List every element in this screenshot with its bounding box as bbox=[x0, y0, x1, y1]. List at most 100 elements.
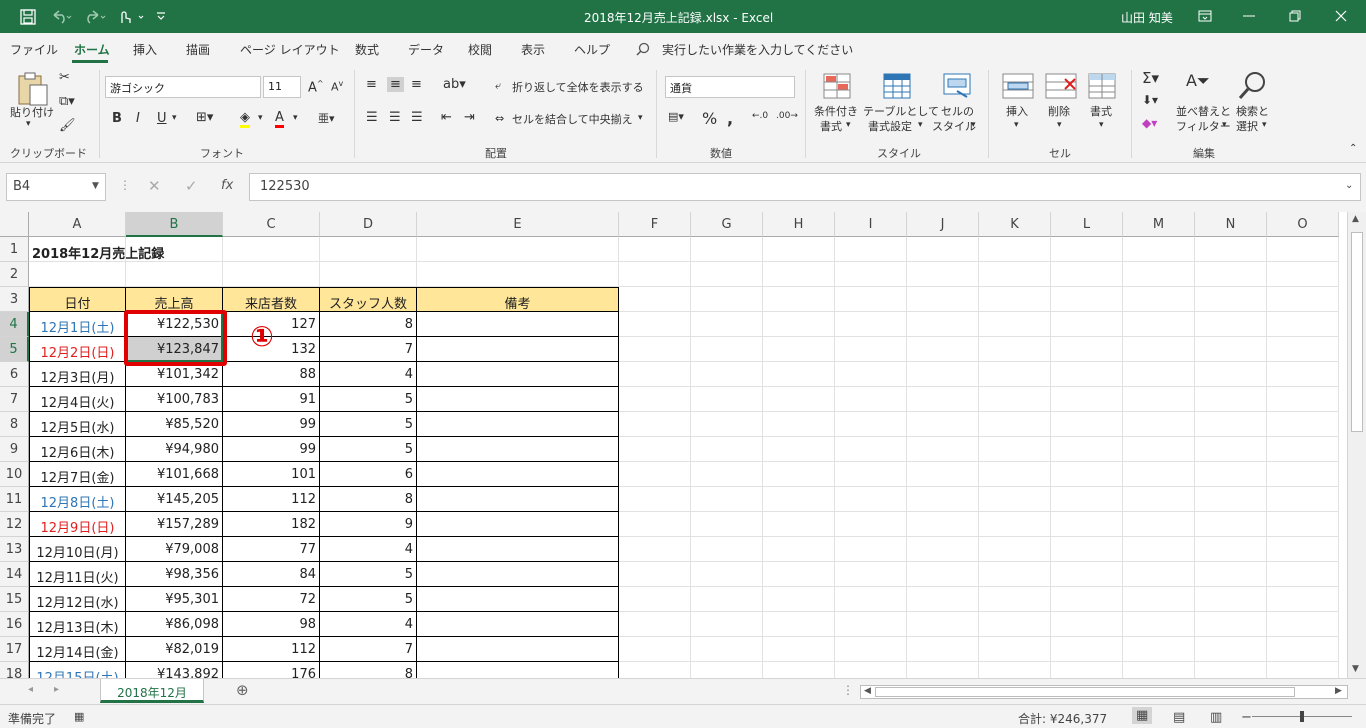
grid-cell[interactable] bbox=[1123, 412, 1195, 437]
grid-cell[interactable] bbox=[1051, 487, 1123, 512]
grid-cell[interactable] bbox=[1051, 562, 1123, 587]
grid-cell[interactable] bbox=[835, 237, 907, 262]
sales-cell[interactable]: ¥94,980 bbox=[126, 437, 223, 462]
grid-cell[interactable] bbox=[619, 412, 691, 437]
date-cell[interactable]: 12月10日(月) bbox=[29, 537, 126, 562]
notes-cell[interactable] bbox=[417, 337, 619, 362]
date-cell[interactable]: 12月11日(火) bbox=[29, 562, 126, 587]
notes-cell[interactable] bbox=[417, 487, 619, 512]
grid-cell[interactable] bbox=[835, 512, 907, 537]
visitors-cell[interactable]: 99 bbox=[223, 437, 320, 462]
grid-cell[interactable] bbox=[619, 487, 691, 512]
row-header-13[interactable]: 13 bbox=[0, 537, 29, 562]
grid-cell[interactable] bbox=[763, 612, 835, 637]
grid-cell[interactable] bbox=[907, 237, 979, 262]
decrease-font-icon[interactable]: Av bbox=[331, 79, 343, 94]
grid-cell[interactable] bbox=[1267, 287, 1339, 312]
name-box-dropdown-icon[interactable]: ▼ bbox=[92, 181, 99, 191]
grid-cell[interactable] bbox=[1123, 312, 1195, 337]
grid-cell[interactable] bbox=[1195, 662, 1267, 678]
date-cell[interactable]: 12月13日(木) bbox=[29, 612, 126, 637]
grid-cell[interactable] bbox=[1123, 512, 1195, 537]
grid-cell[interactable] bbox=[907, 612, 979, 637]
grid-cell[interactable] bbox=[1195, 512, 1267, 537]
grid-cell[interactable] bbox=[1051, 662, 1123, 678]
grid-cell[interactable] bbox=[223, 237, 320, 262]
grid-cell[interactable] bbox=[835, 562, 907, 587]
format-cells-label[interactable]: 書式 bbox=[1090, 105, 1112, 119]
cancel-icon[interactable]: ✕ bbox=[148, 177, 161, 195]
grid-cell[interactable] bbox=[1051, 412, 1123, 437]
grid-cell[interactable] bbox=[691, 387, 763, 412]
grid-cell[interactable] bbox=[979, 262, 1051, 287]
collapse-ribbon-icon[interactable]: ⌃ bbox=[1349, 143, 1357, 154]
conditional-format-dropdown-icon[interactable]: ▾ bbox=[846, 120, 851, 130]
date-cell[interactable]: 12月1日(土) bbox=[29, 312, 126, 337]
grid-cell[interactable] bbox=[763, 437, 835, 462]
staff-cell[interactable]: 9 bbox=[320, 512, 417, 537]
grid-cell[interactable] bbox=[1123, 537, 1195, 562]
align-left-icon[interactable]: ☰ bbox=[366, 110, 378, 125]
underline-dropdown-icon[interactable]: ▾ bbox=[172, 113, 177, 123]
grid-cell[interactable] bbox=[619, 337, 691, 362]
format-painter-icon[interactable]: 🖌 bbox=[59, 118, 76, 133]
grid-cell[interactable] bbox=[1195, 412, 1267, 437]
worksheet-grid[interactable]: 2018年12月売上記録 A B C D E F G H I J K L M N O 1 2 3 4 5 6 7 8 9 10 1… bbox=[0, 212, 1366, 678]
grid-cell[interactable] bbox=[1267, 412, 1339, 437]
grid-cell[interactable] bbox=[835, 287, 907, 312]
grid-cell[interactable] bbox=[763, 562, 835, 587]
tell-me-input[interactable]: 実行したい作業を入力してください bbox=[662, 41, 853, 58]
grid-cell[interactable] bbox=[907, 437, 979, 462]
grid-cell[interactable] bbox=[1123, 237, 1195, 262]
fill-color-icon[interactable]: ◈ bbox=[240, 110, 250, 128]
save-icon[interactable] bbox=[20, 9, 36, 25]
notes-cell[interactable] bbox=[417, 637, 619, 662]
staff-cell[interactable]: 8 bbox=[320, 487, 417, 512]
grid-cell[interactable] bbox=[1051, 287, 1123, 312]
paste-icon[interactable] bbox=[16, 71, 50, 107]
grid-cell[interactable] bbox=[1195, 462, 1267, 487]
grid-cell[interactable] bbox=[1195, 637, 1267, 662]
date-cell[interactable]: 12月14日(金) bbox=[29, 637, 126, 662]
name-box[interactable]: B4 bbox=[6, 173, 106, 201]
grid-cell[interactable] bbox=[1195, 437, 1267, 462]
row-header-15[interactable]: 15 bbox=[0, 587, 29, 612]
hscroll-left-icon[interactable]: ◀ bbox=[864, 686, 871, 696]
sheet-tab-active[interactable]: 2018年12月 bbox=[100, 679, 204, 703]
grid-cell[interactable] bbox=[979, 437, 1051, 462]
grid-cell[interactable] bbox=[907, 337, 979, 362]
ribbon-display-icon[interactable] bbox=[1198, 10, 1212, 22]
grid-cell[interactable] bbox=[1123, 562, 1195, 587]
grid-cell[interactable] bbox=[979, 387, 1051, 412]
sales-cell[interactable]: ¥85,520 bbox=[126, 412, 223, 437]
insert-function-icon[interactable]: fx bbox=[221, 178, 233, 193]
tab-file[interactable]: ファイル bbox=[10, 41, 58, 58]
orientation-icon[interactable]: ab▾ bbox=[443, 77, 466, 92]
grid-cell[interactable] bbox=[1123, 437, 1195, 462]
column-header-i[interactable]: I bbox=[835, 212, 907, 237]
grid-cell[interactable] bbox=[835, 412, 907, 437]
align-right-icon[interactable]: ☰ bbox=[411, 110, 423, 125]
staff-cell[interactable]: 5 bbox=[320, 387, 417, 412]
cut-icon[interactable]: ✂ bbox=[59, 70, 70, 85]
grid-cell[interactable] bbox=[1051, 587, 1123, 612]
paste-dropdown-icon[interactable]: ▾ bbox=[26, 119, 31, 129]
insert-cells-dropdown-icon[interactable]: ▾ bbox=[1014, 120, 1019, 130]
borders-icon[interactable]: ⊞▾ bbox=[196, 110, 213, 125]
grid-cell[interactable] bbox=[763, 487, 835, 512]
copy-icon[interactable]: ⧉▾ bbox=[59, 94, 75, 109]
conditional-format-label2[interactable]: 書式 bbox=[820, 120, 842, 134]
grid-cell[interactable] bbox=[835, 337, 907, 362]
cell-styles-label[interactable]: セルの bbox=[941, 105, 974, 119]
grid-cell[interactable] bbox=[126, 237, 223, 262]
grid-cell[interactable] bbox=[979, 487, 1051, 512]
tab-page-layout[interactable]: ページ レイアウト bbox=[240, 41, 340, 58]
column-header-e[interactable]: E bbox=[417, 212, 619, 237]
grid-cell[interactable] bbox=[835, 587, 907, 612]
grid-cell[interactable] bbox=[1051, 337, 1123, 362]
grid-cell[interactable] bbox=[1195, 312, 1267, 337]
column-header-c[interactable]: C bbox=[223, 212, 320, 237]
visitors-cell[interactable]: 98 bbox=[223, 612, 320, 637]
grid-cell[interactable] bbox=[1267, 662, 1339, 678]
format-cells-icon[interactable] bbox=[1088, 73, 1116, 99]
